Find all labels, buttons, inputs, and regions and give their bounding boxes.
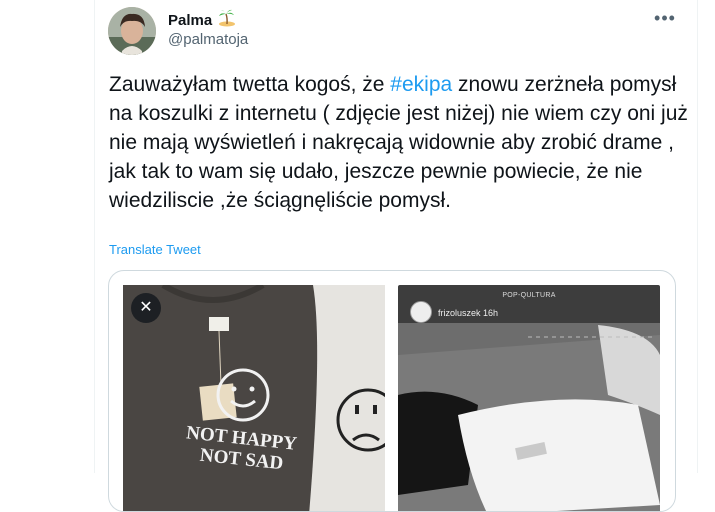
story-avatar (410, 301, 432, 323)
palm-island-emoji-icon (218, 9, 236, 32)
timeline-border-left (94, 0, 95, 473)
media-card: NOT HAPPY NOT SAD ✕ POP-QULTURA frizolus… (108, 270, 676, 512)
tweet-text: Zauważyłam twetta kogoś, że #ekipa znowu… (109, 70, 699, 215)
tweet-text-part1: Zauważyłam twetta kogoś, że (109, 73, 391, 96)
tshirt-photo: NOT HAPPY NOT SAD (123, 285, 385, 511)
close-icon[interactable]: ✕ (131, 293, 161, 323)
story-username: frizoluszek 16h (438, 308, 499, 318)
media-photo-2[interactable]: POP-QULTURA frizoluszek 16h (398, 285, 660, 511)
story-header: POP-QULTURA frizoluszek 16h (398, 285, 660, 323)
media-photo-1[interactable]: NOT HAPPY NOT SAD ✕ (123, 285, 385, 511)
avatar-photo (108, 7, 156, 55)
author-handle[interactable]: @palmatoja (168, 31, 248, 48)
author-name-row: Palma (168, 9, 236, 32)
story-source-label: POP-QULTURA (502, 292, 556, 299)
more-options-button[interactable]: ••• (652, 8, 678, 30)
avatar[interactable] (108, 7, 156, 55)
author-display-name[interactable]: Palma (168, 12, 212, 29)
translate-tweet-link[interactable]: Translate Tweet (109, 242, 201, 257)
hashtag-link[interactable]: #ekipa (390, 73, 452, 96)
